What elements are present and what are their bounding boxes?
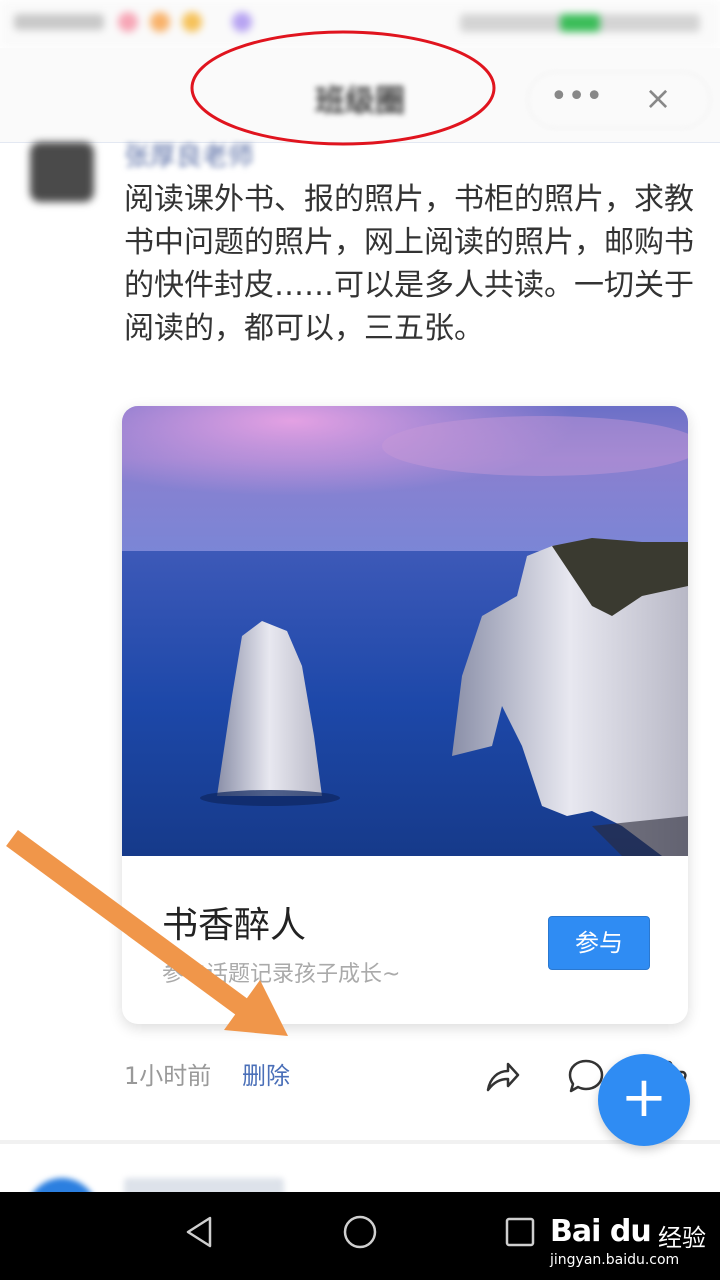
status-carrier: [14, 14, 104, 30]
topic-card[interactable]: 书香醉人 参与话题记录孩子成长~ 参与: [122, 406, 688, 1024]
join-button[interactable]: 参与: [548, 916, 650, 970]
share-icon[interactable]: [482, 1056, 522, 1096]
watermark-url: jingyan.baidu.com: [550, 1252, 680, 1268]
card-title: 书香醉人: [162, 905, 307, 946]
delete-button[interactable]: 删除: [242, 1056, 290, 1091]
post-time: 1小时前: [124, 1062, 212, 1090]
notification-icon: [150, 12, 170, 32]
post-text: 阅读课外书、报的照片，书柜的照片，求教书中问题的照片，网上阅读的照片，邮购书的快…: [124, 182, 694, 346]
back-icon[interactable]: [180, 1212, 220, 1252]
post-divider: [0, 1140, 720, 1144]
notification-icon: [182, 12, 202, 32]
card-subtitle: 参与话题记录孩子成长~: [162, 962, 401, 987]
post: 张厚良老师 阅读课外书、报的照片，书柜的照片，求教书中问题的照片，网上阅读的照片…: [0, 140, 720, 1140]
post-author[interactable]: 张厚良老师: [124, 136, 254, 173]
notification-icon: [118, 12, 138, 32]
ellipsis-icon[interactable]: •••: [550, 82, 603, 116]
notification-icon: [232, 12, 252, 32]
title-bar: 班级圈 ••• ×: [0, 48, 720, 143]
watermark-brand: Bai du: [550, 1214, 652, 1249]
baidu-watermark: Bai du 经验 jingyan.baidu.com: [548, 1214, 708, 1270]
recent-apps-icon[interactable]: [500, 1212, 540, 1252]
card-image: [122, 406, 688, 856]
close-icon[interactable]: ×: [636, 78, 680, 118]
add-post-button[interactable]: +: [598, 1054, 690, 1146]
home-icon[interactable]: [340, 1212, 380, 1252]
avatar[interactable]: [30, 142, 94, 202]
watermark-brand-cn: 经验: [658, 1224, 706, 1252]
battery-icon: [560, 14, 600, 32]
status-bar: [0, 0, 720, 48]
